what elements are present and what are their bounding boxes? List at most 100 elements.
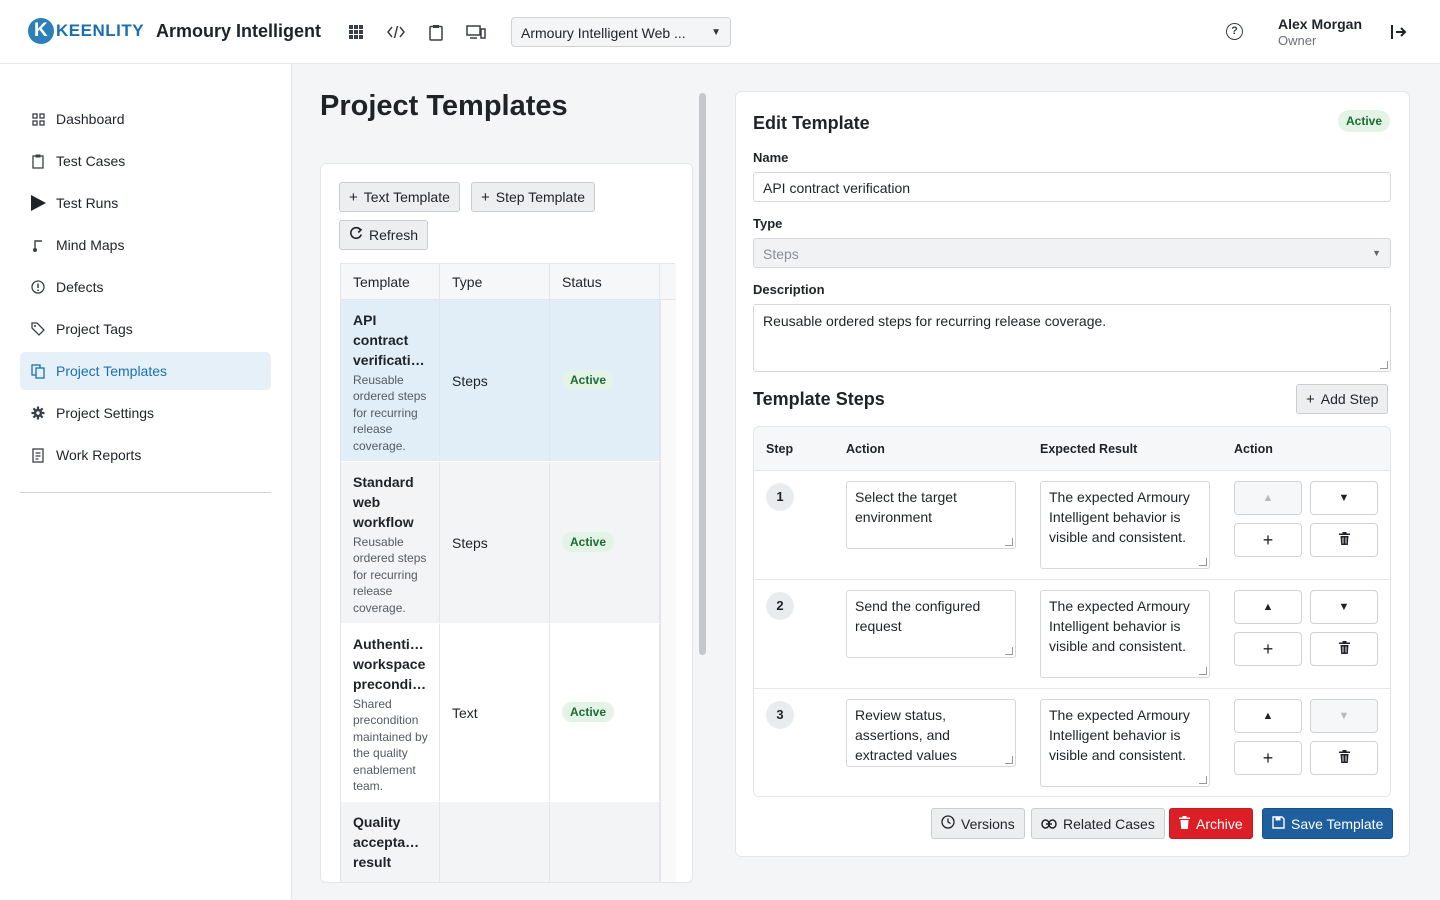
sidebar-item-label: Project Templates [56,363,168,379]
step-action-text: Review status, assertions, and extracted… [855,707,957,763]
step-action-field[interactable]: Review status, assertions, and extracted… [846,699,1016,767]
resize-grip-icon[interactable] [1005,538,1013,546]
delete-step-button[interactable] [1310,523,1378,557]
branch-icon [30,237,46,253]
table-row[interactable]: API contract verificati… Reusable ordere… [341,300,660,462]
column-header-status[interactable]: Status [550,264,660,300]
trash-icon [1179,815,1190,832]
versions-button[interactable]: Versions [931,808,1025,839]
sidebar-item-label: Defects [56,279,104,295]
table-row[interactable]: Standard web workflow Reusable ordered s… [341,462,660,624]
plus-icon: + [1262,529,1274,550]
sidebar-item-work-reports[interactable]: Work Reports [20,436,271,474]
project-select-value: Armoury Intelligent Web ... [521,25,686,41]
sidebar-item-project-tags[interactable]: Project Tags [20,310,271,348]
sidebar-item-project-settings[interactable]: Project Settings [20,394,271,432]
sidebar-item-defects[interactable]: Defects [20,268,271,306]
button-label: Versions [961,815,1015,832]
trash-icon [1338,532,1350,548]
devices-icon[interactable] [464,20,488,44]
templates-table: Template Type Status API contract verifi… [340,263,676,882]
add-text-template-button[interactable]: + Text Template [339,182,460,212]
sidebar-item-test-cases[interactable]: Test Cases [20,142,271,180]
type-label: Type [753,216,783,231]
insert-step-button[interactable]: + [1234,741,1302,775]
step-expected-field[interactable]: The expected Armoury Intelligent behavio… [1040,699,1210,787]
table-row[interactable]: Quality accepta… result [341,802,660,882]
table-scrollbar[interactable] [660,300,676,882]
description-field[interactable]: Reusable ordered steps for recurring rel… [753,304,1391,372]
keenlity-logo[interactable]: KEENLITY [28,18,144,44]
sidebar-item-test-runs[interactable]: Test Runs [20,184,271,222]
step-action-field[interactable]: Select the target environment [846,481,1016,549]
save-template-button[interactable]: Save Template [1262,808,1394,839]
button-label: Add Step [1320,391,1379,407]
sidebar-item-mind-maps[interactable]: Mind Maps [20,226,271,264]
add-step-button[interactable]: + Add Step [1296,384,1389,414]
step-expected-field[interactable]: The expected Armoury Intelligent behavio… [1040,590,1210,678]
code-icon[interactable] [384,20,408,44]
add-step-template-button[interactable]: + Step Template [471,182,596,212]
delete-step-button[interactable] [1310,741,1378,775]
steps-table-header: Step Action Expected Result Action [754,427,1390,471]
logout-icon[interactable] [1389,22,1409,42]
template-description: Shared precondition maintained by the qu… [353,697,428,794]
step-action-field[interactable]: Send the configured request [846,590,1016,658]
arrow-down-icon: ▼ [1338,601,1350,613]
clock-icon [941,815,955,832]
step-row: 3 Review status, assertions, and extract… [754,689,1390,796]
step-row: 1 Select the target environment The expe… [754,471,1390,580]
apps-grid-icon[interactable] [344,20,368,44]
delete-step-button[interactable] [1310,632,1378,666]
help-icon[interactable]: ? [1226,23,1243,40]
user-name[interactable]: Alex Morgan [1278,16,1362,32]
resize-grip-icon[interactable] [1199,667,1207,675]
column-header-type[interactable]: Type [440,264,550,300]
move-down-button[interactable]: ▼ [1310,699,1378,733]
column-header-template[interactable]: Template [341,264,440,300]
step-expected-field[interactable]: The expected Armoury Intelligent behavio… [1040,481,1210,569]
project-select[interactable]: Armoury Intelligent Web ... ▼ [511,17,731,47]
refresh-button[interactable]: Refresh [339,220,429,250]
sidebar: Dashboard Test Cases Test Runs Mind Maps… [0,64,292,900]
arrow-up-icon: ▲ [1262,601,1274,613]
move-up-button[interactable]: ▲ [1234,481,1302,515]
name-field[interactable]: API contract verification [753,172,1391,202]
template-cell: Standard web workflow Reusable ordered s… [341,462,440,623]
move-down-button[interactable]: ▼ [1310,481,1378,515]
template-name: Authenti… workspace precondi… [353,636,427,692]
move-up-button[interactable]: ▲ [1234,590,1302,624]
resize-grip-icon[interactable] [1005,647,1013,655]
sidebar-item-dashboard[interactable]: Dashboard [20,100,271,138]
sidebar-item-label: Project Settings [56,405,155,421]
sidebar-item-label: Work Reports [56,447,142,463]
clipboard-icon[interactable] [424,20,448,44]
resize-grip-icon[interactable] [1005,756,1013,764]
trash-icon [1338,750,1350,766]
resize-grip-icon[interactable] [1199,558,1207,566]
insert-step-button[interactable]: + [1234,632,1302,666]
related-cases-button[interactable]: Related Cases [1031,808,1165,839]
description-label: Description [753,282,825,297]
sidebar-item-project-templates[interactable]: Project Templates [20,352,271,390]
resize-grip-icon[interactable] [1380,361,1388,369]
table-row[interactable]: Authenti… workspace precondi… Shared pre… [341,624,660,802]
user-role: Owner [1278,33,1317,48]
scrollbar-thumb[interactable] [699,93,706,655]
name-label: Name [753,150,789,165]
insert-step-button[interactable]: + [1234,523,1302,557]
status-cell: Active [550,300,660,461]
template-type: Text [452,705,478,721]
status-cell: Active [550,462,660,623]
report-icon [30,447,46,463]
move-down-button[interactable]: ▼ [1310,590,1378,624]
edit-template-panel: Edit Template Active Name API contract v… [735,91,1410,857]
arrow-up-icon: ▲ [1262,492,1274,504]
trash-icon [1338,641,1350,657]
list-scrollbar[interactable] [695,91,710,873]
step-number: 2 [766,592,794,620]
archive-button[interactable]: Archive [1169,808,1253,839]
move-up-button[interactable]: ▲ [1234,699,1302,733]
steps-table: Step Action Expected Result Action 1 Sel… [753,426,1391,797]
resize-grip-icon[interactable] [1199,776,1207,784]
